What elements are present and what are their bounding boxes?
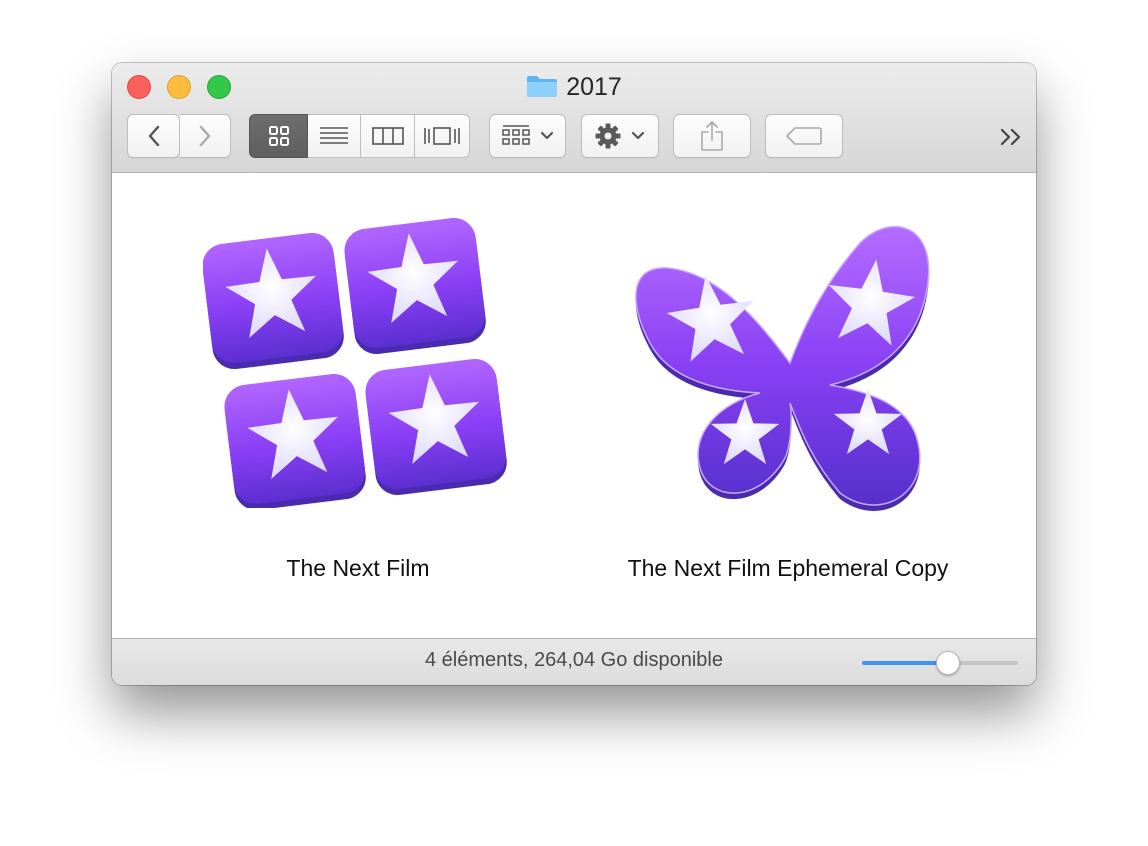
tag-icon — [786, 127, 822, 145]
tags-button[interactable] — [765, 114, 843, 158]
share-button[interactable] — [673, 114, 751, 158]
forward-button[interactable] — [180, 114, 231, 158]
finder-window: 2017 The Next Film The Next Film Ephemer… — [112, 63, 1036, 685]
window-title: 2017 — [566, 73, 622, 101]
status-bar: 4 éléments, 264,04 Go disponible — [112, 638, 1036, 685]
folder-icon — [527, 76, 558, 98]
arrange-grid-icon — [501, 125, 530, 145]
imovie-library-icon — [203, 217, 507, 508]
cover-flow-view-icon — [424, 127, 460, 145]
file-name: The Next Film Ephemeral Copy — [627, 555, 949, 581]
view-mode-control — [249, 114, 470, 158]
icon-size-slider[interactable] — [862, 651, 1018, 675]
list-view-button[interactable] — [308, 114, 361, 158]
chevron-right-icon — [199, 125, 211, 147]
chevron-down-icon — [631, 131, 645, 140]
double-chevron-icon — [1000, 128, 1021, 146]
imovie-butterfly-icon — [635, 225, 930, 511]
icon-view-icon — [268, 126, 289, 146]
file-browser-area: The Next Film The Next Film Ephemeral Co… — [112, 173, 1036, 638]
chevron-down-icon — [540, 131, 553, 140]
slider-knob[interactable] — [935, 651, 960, 675]
back-button[interactable] — [127, 114, 180, 158]
gear-icon — [595, 123, 621, 149]
column-view-icon — [371, 127, 404, 145]
action-button[interactable] — [581, 114, 659, 158]
share-icon — [701, 121, 723, 151]
arrange-button[interactable] — [489, 114, 566, 158]
chevron-left-icon — [148, 125, 159, 147]
file-name: The Next Film — [286, 555, 430, 581]
slider-fill — [862, 661, 948, 665]
list-view-icon — [320, 127, 348, 144]
cover-flow-view-button[interactable] — [415, 114, 470, 158]
column-view-button[interactable] — [361, 114, 415, 158]
titlebar: 2017 — [112, 63, 1036, 173]
window-title-bar: 2017 — [112, 71, 1036, 103]
toolbar-overflow-button[interactable] — [998, 123, 1026, 151]
icon-view-button[interactable] — [249, 114, 308, 158]
